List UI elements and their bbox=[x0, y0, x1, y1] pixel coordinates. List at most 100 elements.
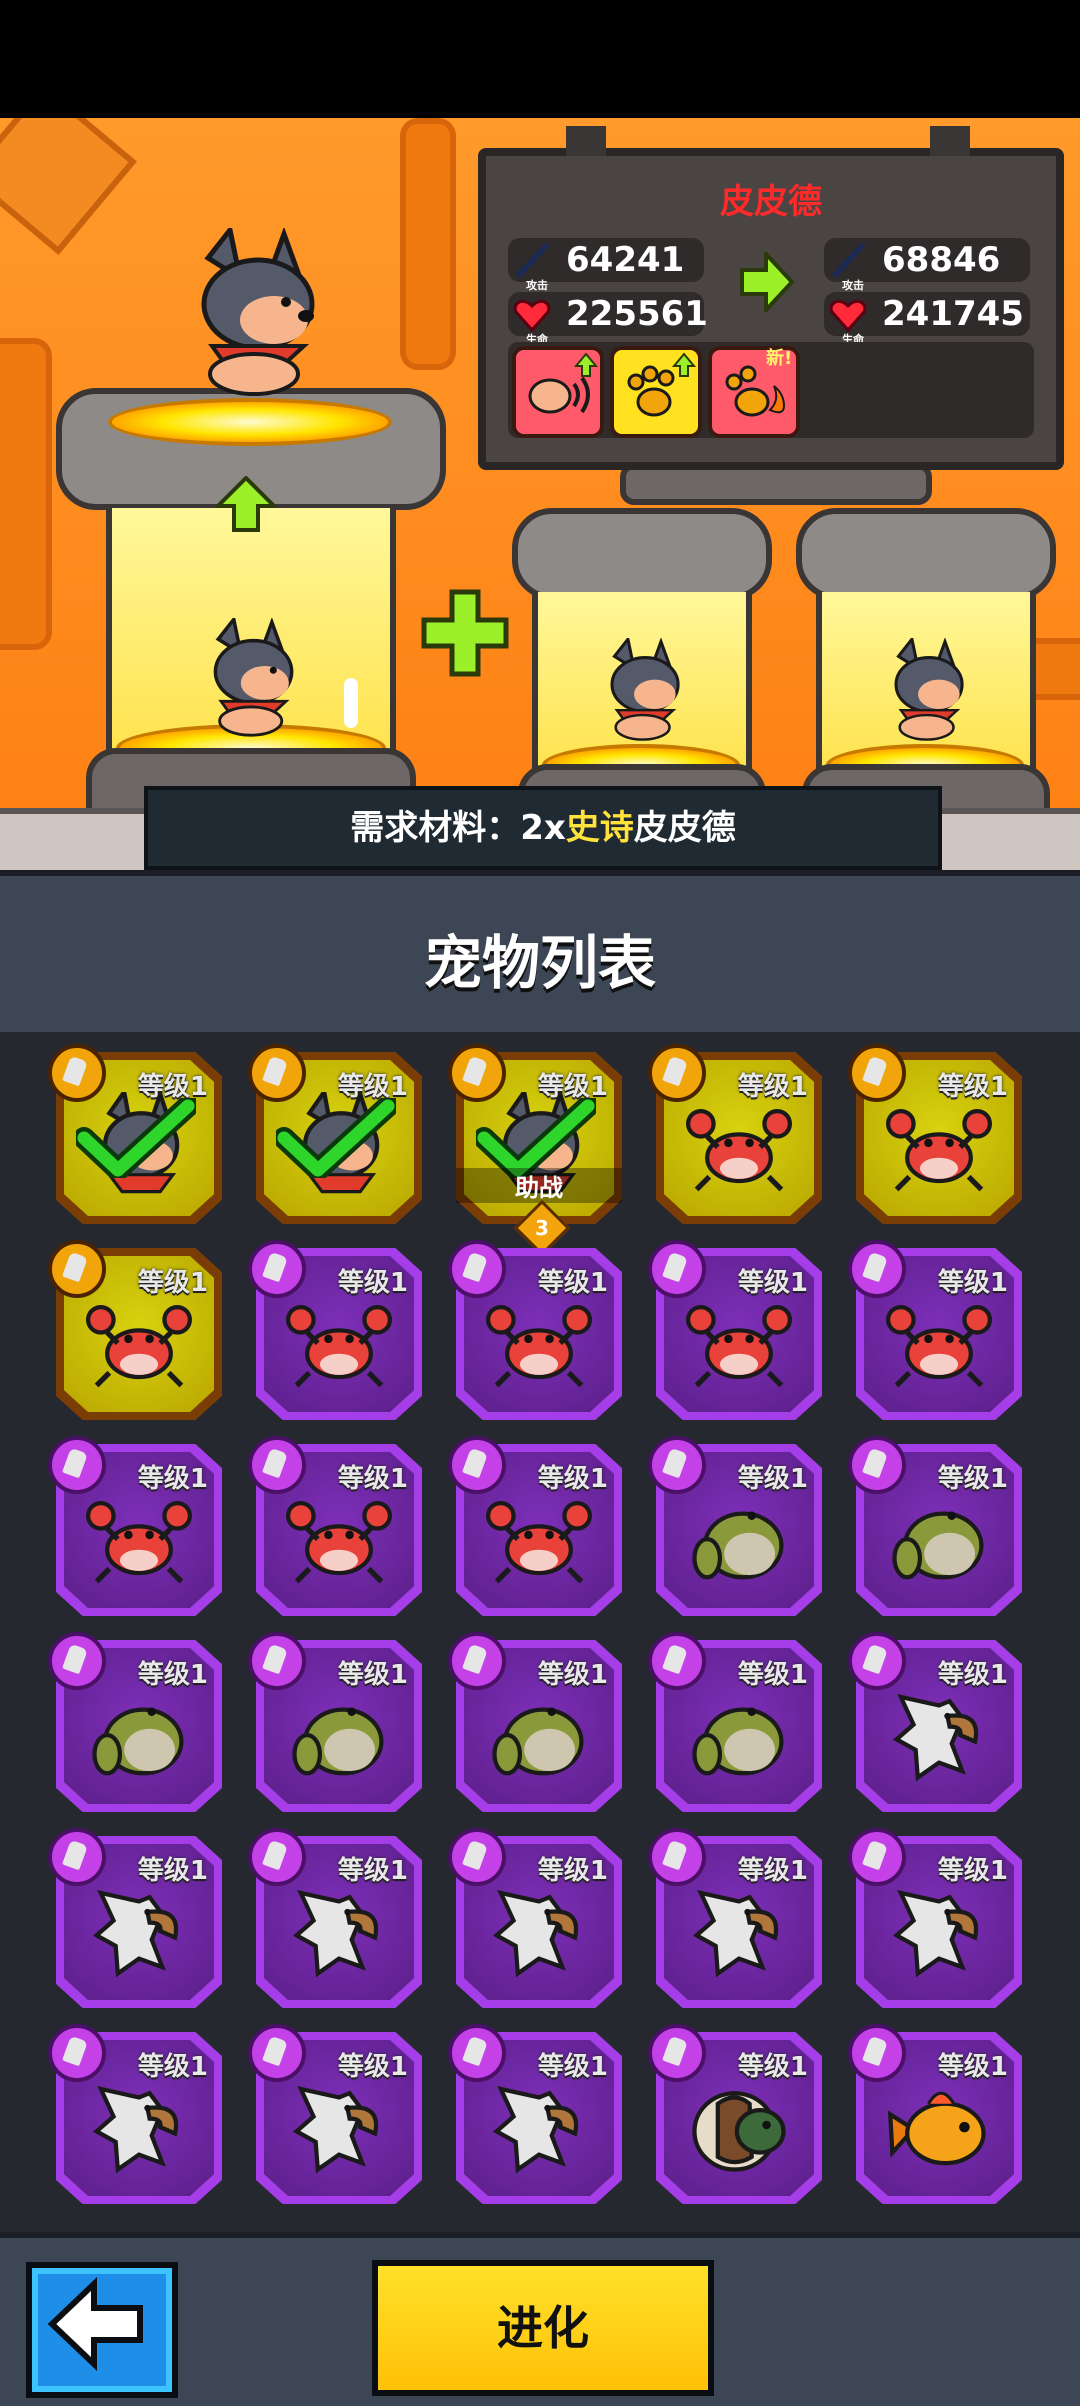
pet-level: 等级1 bbox=[737, 2052, 808, 2082]
material-name: 皮皮德 bbox=[633, 808, 736, 848]
pipe bbox=[0, 338, 52, 650]
turtle-pet-icon bbox=[692, 2091, 786, 2172]
pet-card[interactable]: 等级1 bbox=[48, 1828, 222, 2008]
pet-level: 等级1 bbox=[937, 1268, 1008, 1298]
pet-level: 等级1 bbox=[137, 1268, 208, 1298]
pet-card[interactable]: 等级1 bbox=[48, 1240, 222, 1420]
eagle-pet-icon bbox=[492, 2085, 579, 2174]
pet-card[interactable]: 等级1 bbox=[648, 2024, 822, 2204]
element-badge-icon bbox=[48, 1044, 106, 1102]
pet-list-title: 宠物列表 bbox=[423, 929, 656, 997]
skill-howl-icon[interactable] bbox=[512, 346, 604, 438]
crab-pet-icon bbox=[86, 1500, 192, 1584]
element-badge-icon bbox=[448, 1044, 506, 1102]
pet-level: 等级1 bbox=[337, 2052, 408, 2082]
crab-pet-icon bbox=[486, 1500, 592, 1584]
stats-board: 皮皮德 攻击 64241 生命 225561 攻击 68846 生命 24174… bbox=[478, 126, 1064, 470]
eagle-pet-icon bbox=[292, 2085, 379, 2174]
pet-card[interactable]: 等级1 bbox=[648, 1436, 822, 1616]
next-hp-stat: 生命 241745 bbox=[824, 292, 1030, 346]
pet-level: 等级1 bbox=[337, 1856, 408, 1886]
pet-level: 等级1 bbox=[337, 1464, 408, 1494]
next-hp-value: 241745 bbox=[882, 294, 1024, 334]
element-badge-icon bbox=[448, 1828, 506, 1886]
pet-grid: 等级1 等级1 等级1 助战 3 等级1 等级1 等级1 等级1 等级1 等级1 等级1 等级1 等级1 等… bbox=[0, 1032, 1080, 2232]
element-badge-icon bbox=[848, 2024, 906, 2082]
pet-card[interactable]: 等级1 bbox=[648, 1044, 822, 1224]
pet-card[interactable]: 等级1 bbox=[248, 2024, 422, 2204]
pet-card[interactable]: 等级1 bbox=[648, 1828, 822, 2008]
pet-card[interactable]: 等级1 bbox=[448, 1240, 622, 1420]
pet-level: 等级1 bbox=[337, 1268, 408, 1298]
pet-card[interactable]: 等级1 bbox=[848, 1632, 1022, 1812]
pet-card[interactable]: 等级1 bbox=[248, 1436, 422, 1616]
pet-level: 等级1 bbox=[737, 1660, 808, 1690]
eagle-pet-icon bbox=[892, 1889, 979, 1978]
wall-lamp bbox=[0, 118, 137, 255]
pet-card[interactable]: 等级1 bbox=[448, 1828, 622, 2008]
pet-card[interactable]: 等级1 bbox=[48, 2024, 222, 2204]
next-attack-stat: 攻击 68846 bbox=[824, 238, 1030, 292]
element-badge-icon bbox=[48, 1436, 106, 1494]
element-badge-icon bbox=[448, 1436, 506, 1494]
pet-card[interactable]: 等级1 bbox=[248, 1828, 422, 2008]
selected-check-icon bbox=[276, 1098, 396, 1178]
pet-level: 等级1 bbox=[937, 1072, 1008, 1102]
pet-level: 等级1 bbox=[137, 1464, 208, 1494]
pet-card[interactable]: 等级1 bbox=[848, 1828, 1022, 2008]
pet-card[interactable]: 等级1 bbox=[248, 1044, 422, 1224]
pet-card[interactable]: 等级1 bbox=[848, 1240, 1022, 1420]
crab-pet-icon bbox=[286, 1304, 392, 1388]
frog-pet-icon bbox=[692, 1511, 784, 1580]
pet-card[interactable]: 等级1 bbox=[648, 1632, 822, 1812]
pet-level: 等级1 bbox=[537, 2052, 608, 2082]
pet-level: 等级1 bbox=[337, 1660, 408, 1690]
pet-level: 等级1 bbox=[737, 1856, 808, 1886]
pet-level: 等级1 bbox=[737, 1072, 808, 1102]
element-badge-icon bbox=[48, 2024, 106, 2082]
evolve-button[interactable]: 进化 bbox=[372, 2260, 714, 2396]
pet-level: 等级1 bbox=[537, 1268, 608, 1298]
element-badge-icon bbox=[248, 1044, 306, 1102]
selected-check-icon bbox=[76, 1098, 196, 1178]
pod-glow-ring bbox=[108, 398, 392, 446]
element-badge-icon bbox=[848, 1436, 906, 1494]
pet-card[interactable]: 等级1 bbox=[648, 1240, 822, 1420]
pet-card[interactable]: 等级1 bbox=[48, 1632, 222, 1812]
paw-icon bbox=[627, 352, 697, 417]
pet-level: 等级1 bbox=[537, 1464, 608, 1494]
pet-card[interactable]: 等级1 bbox=[848, 1044, 1022, 1224]
pet-level: 等级1 bbox=[137, 1660, 208, 1690]
frog-pet-icon bbox=[892, 1511, 984, 1580]
element-badge-icon bbox=[848, 1632, 906, 1690]
crab-pet-icon bbox=[886, 1108, 992, 1192]
element-badge-icon bbox=[48, 1240, 106, 1298]
pet-card[interactable]: 等级1 bbox=[48, 1436, 222, 1616]
pet-name: 皮皮德 bbox=[720, 182, 822, 222]
main-pod bbox=[56, 368, 446, 840]
pet-card[interactable]: 等级1 助战 3 bbox=[448, 1044, 622, 1257]
pet-level: 等级1 bbox=[737, 1464, 808, 1494]
element-badge-icon bbox=[648, 1436, 706, 1494]
current-attack-stat: 攻击 64241 bbox=[508, 238, 704, 292]
material-prefix: 需求材料：2x bbox=[350, 808, 566, 848]
element-badge-icon bbox=[848, 1240, 906, 1298]
frog-pet-icon bbox=[692, 1707, 784, 1776]
frog-pet-icon bbox=[492, 1707, 584, 1776]
pet-card[interactable]: 等级1 bbox=[248, 1632, 422, 1812]
element-badge-icon bbox=[448, 2024, 506, 2082]
current-hp-value: 225561 bbox=[566, 294, 708, 334]
element-badge-icon bbox=[648, 1240, 706, 1298]
pet-card[interactable]: 等级1 bbox=[248, 1240, 422, 1420]
pet-card[interactable]: 等级1 bbox=[848, 2024, 1022, 2204]
pet-card[interactable]: 等级1 bbox=[448, 2024, 622, 2204]
pet-card[interactable]: 等级1 bbox=[848, 1436, 1022, 1616]
back-button[interactable] bbox=[26, 2262, 178, 2398]
pet-card[interactable]: 等级1 bbox=[448, 1632, 622, 1812]
status-bar bbox=[0, 0, 1080, 118]
pet-card[interactable]: 等级1 bbox=[48, 1044, 222, 1224]
plus-icon bbox=[421, 589, 509, 677]
pet-card[interactable]: 等级1 bbox=[448, 1436, 622, 1616]
pet-level: 等级1 bbox=[537, 1856, 608, 1886]
skill-paw-icon[interactable] bbox=[610, 346, 702, 438]
